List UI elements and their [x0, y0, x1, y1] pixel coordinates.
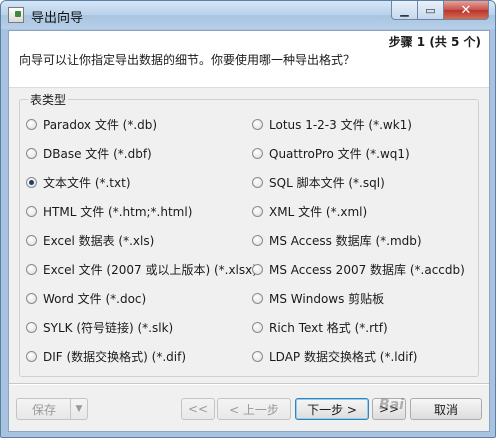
format-option-label: DIF (数据交换格式) (*.dif)	[43, 350, 187, 364]
format-option-label: MS Windows 剪贴板	[269, 292, 385, 306]
maximize-button[interactable]: ▭	[418, 1, 444, 20]
format-option-label: SQL 脚本文件 (*.sql)	[269, 176, 385, 190]
wizard-header: 步骤 1 (共 5 个) 向导可以让你指定导出数据的细节。你要使用哪一种导出格式…	[9, 31, 489, 88]
format-option[interactable]: SQL 脚本文件 (*.sql)	[252, 168, 465, 197]
format-option[interactable]: MS Access 2007 数据库 (*.accdb)	[252, 255, 465, 284]
radio-unchecked-icon[interactable]	[252, 351, 263, 362]
save-button-label: 保存	[31, 402, 56, 417]
table-type-group: 表类型 Paradox 文件 (*.db) DBase 文件 (*.dbf) 文本文…	[19, 91, 479, 377]
format-option[interactable]: QuattroPro 文件 (*.wq1)	[252, 139, 465, 168]
format-option[interactable]: MS Windows 剪贴板	[252, 284, 465, 313]
radio-unchecked-icon[interactable]	[252, 206, 263, 217]
radio-unchecked-icon[interactable]	[252, 293, 263, 304]
format-option[interactable]: Lotus 1-2-3 文件 (*.wk1)	[252, 110, 465, 139]
save-split-button[interactable]: 保存 ▼	[16, 398, 88, 420]
format-option-label: MS Access 数据库 (*.mdb)	[269, 234, 422, 248]
maximize-icon: ▭	[425, 3, 436, 17]
first-step-button[interactable]: <<	[181, 398, 215, 420]
radio-unchecked-icon[interactable]	[252, 177, 263, 188]
radio-checked-icon[interactable]	[26, 177, 37, 188]
format-option[interactable]: LDAP 数据交换格式 (*.ldif)	[252, 342, 465, 371]
format-option[interactable]: Word 文件 (*.doc)	[26, 284, 257, 313]
format-option-label: HTML 文件 (*.htm;*.html)	[43, 205, 193, 219]
format-option-label: SYLK (符号链接) (*.slk)	[43, 321, 174, 335]
radio-unchecked-icon[interactable]	[252, 322, 263, 333]
close-button[interactable]: ✕	[444, 1, 489, 20]
caption-buttons: ▁ ▭ ✕	[391, 1, 489, 20]
format-option-label: Lotus 1-2-3 文件 (*.wk1)	[269, 118, 412, 132]
format-option[interactable]: MS Access 数据库 (*.mdb)	[252, 226, 465, 255]
wizard-question: 向导可以让你指定导出数据的细节。你要使用哪一种导出格式？	[19, 53, 356, 67]
format-option-label: Excel 数据表 (*.xls)	[43, 234, 155, 248]
format-option[interactable]: Rich Text 格式 (*.rtf)	[252, 313, 465, 342]
minimize-button[interactable]: ▁	[391, 1, 418, 20]
format-option[interactable]: DBase 文件 (*.dbf)	[26, 139, 257, 168]
format-option[interactable]: HTML 文件 (*.htm;*.html)	[26, 197, 257, 226]
radio-unchecked-icon[interactable]	[26, 206, 37, 217]
radio-unchecked-icon[interactable]	[252, 264, 263, 275]
format-option[interactable]: XML 文件 (*.xml)	[252, 197, 465, 226]
format-option-label: DBase 文件 (*.dbf)	[43, 147, 152, 161]
radio-unchecked-icon[interactable]	[26, 148, 37, 159]
radio-unchecked-icon[interactable]	[26, 293, 37, 304]
format-option[interactable]: Paradox 文件 (*.db)	[26, 110, 257, 139]
format-option[interactable]: 文本文件 (*.txt)	[26, 168, 257, 197]
group-legend: 表类型	[28, 91, 69, 108]
radio-unchecked-icon[interactable]	[26, 322, 37, 333]
format-option[interactable]: DIF (数据交换格式) (*.dif)	[26, 342, 257, 371]
dropdown-arrow-icon[interactable]: ▼	[70, 399, 87, 419]
radio-unchecked-icon[interactable]	[26, 264, 37, 275]
format-option[interactable]: SYLK (符号链接) (*.slk)	[26, 313, 257, 342]
format-column-left: Paradox 文件 (*.db) DBase 文件 (*.dbf) 文本文件 (*…	[26, 110, 257, 371]
radio-unchecked-icon[interactable]	[26, 351, 37, 362]
format-option-label: XML 文件 (*.xml)	[269, 205, 368, 219]
minimize-icon: ▁	[400, 3, 409, 17]
close-icon: ✕	[460, 2, 472, 18]
wizard-body: 步骤 1 (共 5 个) 向导可以让你指定导出数据的细节。你要使用哪一种导出格式…	[8, 30, 490, 432]
radio-unchecked-icon[interactable]	[252, 235, 263, 246]
footer-divider	[9, 383, 489, 385]
next-step-button[interactable]: 下一步 >	[295, 398, 369, 420]
format-option-label: MS Access 2007 数据库 (*.accdb)	[269, 263, 465, 277]
title-bar[interactable]: 导出向导 ▁ ▭ ✕	[1, 1, 495, 29]
format-option-label: 文本文件 (*.txt)	[43, 176, 131, 190]
format-option-label: QuattroPro 文件 (*.wq1)	[269, 147, 410, 161]
format-option-label: Paradox 文件 (*.db)	[43, 118, 158, 132]
cancel-button[interactable]: 取消	[410, 398, 482, 420]
radio-unchecked-icon[interactable]	[252, 119, 263, 130]
radio-unchecked-icon[interactable]	[26, 235, 37, 246]
format-option-label: Excel 文件 (2007 或以上版本) (*.xlsx)	[43, 263, 257, 277]
format-option-label: Word 文件 (*.doc)	[43, 292, 147, 306]
format-option[interactable]: Excel 文件 (2007 或以上版本) (*.xlsx)	[26, 255, 257, 284]
watermark-text: Bai	[379, 397, 404, 413]
export-wizard-window: 导出向导 ▁ ▭ ✕ 步骤 1 (共 5 个) 向导可以让你指定导出数据的细节。…	[0, 0, 496, 438]
app-icon	[8, 7, 24, 23]
previous-step-button[interactable]: < 上一步	[217, 398, 291, 420]
radio-unchecked-icon[interactable]	[252, 148, 263, 159]
format-option-label: Rich Text 格式 (*.rtf)	[269, 321, 388, 335]
radio-unchecked-icon[interactable]	[26, 119, 37, 130]
format-option[interactable]: Excel 数据表 (*.xls)	[26, 226, 257, 255]
format-column-right: Lotus 1-2-3 文件 (*.wk1) QuattroPro 文件 (*.w…	[252, 110, 465, 371]
format-option-label: LDAP 数据交换格式 (*.ldif)	[269, 350, 418, 364]
step-indicator: 步骤 1 (共 5 个)	[388, 35, 481, 49]
window-title: 导出向导	[31, 11, 84, 26]
